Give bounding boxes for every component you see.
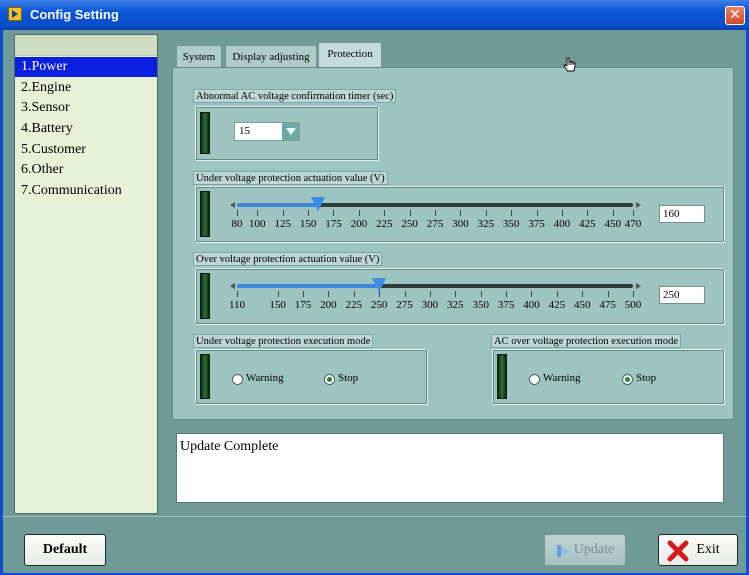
sidebar-header — [15, 35, 157, 56]
over-voltage-led — [200, 273, 210, 319]
over-voltage-tick-mark — [455, 291, 457, 297]
under-voltage-tick-mark — [460, 210, 462, 216]
under-voltage-tick-mark — [511, 210, 513, 216]
sidebar-item-power[interactable]: 1.Power — [15, 57, 157, 77]
under-voltage-slider-thumb[interactable] — [311, 197, 326, 211]
sidebar-item-sensor[interactable]: 3.Sensor — [15, 98, 157, 118]
tab-protection[interactable]: Protection — [318, 42, 382, 68]
over-voltage-slider-thumb[interactable] — [372, 278, 387, 292]
under-mode-warning-label: Warning — [246, 372, 284, 384]
under-mode-label: Under voltage protection execution mode — [193, 334, 374, 348]
under-voltage-label: Under voltage protection actuation value… — [193, 171, 388, 185]
sidebar-item-battery[interactable]: 4.Battery — [15, 119, 157, 139]
sidebar-item-communication[interactable]: 7.Communication — [15, 181, 157, 201]
over-voltage-slider-fill — [237, 284, 380, 288]
under-voltage-tick-mark — [612, 210, 614, 216]
under-voltage-tick-mark — [485, 210, 487, 216]
under-voltage-tick-label: 470 — [624, 218, 642, 230]
update-label: Update — [573, 542, 615, 557]
ac-timer-value: 15 — [239, 125, 250, 137]
bottom-bar — [3, 516, 746, 573]
over-voltage-tick-mark — [429, 291, 431, 297]
under-voltage-tick-mark — [536, 210, 538, 216]
over-voltage-tick-mark — [277, 291, 279, 297]
slider-right-arrow-icon — [636, 202, 641, 208]
under-voltage-tick-mark — [633, 210, 634, 216]
over-voltage-slider[interactable] — [237, 284, 633, 288]
over-voltage-tick-mark — [237, 291, 238, 297]
status-box: Update Complete — [176, 433, 724, 503]
under-voltage-tick-mark — [333, 210, 335, 216]
over-voltage-value-field[interactable]: 250 — [659, 286, 705, 304]
under-mode-group — [195, 349, 427, 404]
under-voltage-slider-fill — [237, 203, 319, 207]
sidebar-item-engine[interactable]: 2.Engine — [15, 78, 157, 98]
under-mode-warning-radio[interactable] — [232, 374, 243, 385]
ac-timer-label: Abnormal AC voltage confirmation timer (… — [193, 89, 397, 103]
over-voltage-tick-mark — [531, 291, 533, 297]
under-mode-stop-label: Stop — [338, 372, 359, 384]
over-voltage-tick-mark — [404, 291, 406, 297]
under-voltage-slider[interactable] — [237, 203, 633, 207]
under-voltage-tick-mark — [282, 210, 284, 216]
over-voltage-tick-mark — [480, 291, 482, 297]
ac-timer-select[interactable]: 15 — [234, 122, 300, 141]
under-voltage-led — [200, 191, 210, 237]
over-mode-warning-label: Warning — [543, 372, 581, 384]
app-icon — [8, 7, 22, 21]
update-button[interactable]: Update — [544, 534, 626, 566]
tab-system[interactable]: System — [176, 45, 222, 67]
under-mode-stop-radio[interactable] — [324, 374, 335, 385]
over-voltage-tick-mark — [303, 291, 304, 297]
title-bar: Config Setting ✕ — [0, 0, 749, 30]
exit-label: Exit — [696, 542, 720, 557]
sidebar-item-other[interactable]: 6.Other — [15, 160, 157, 180]
over-voltage-tick-mark — [379, 291, 381, 297]
under-voltage-tick-mark — [561, 210, 563, 216]
hand-cursor-icon — [563, 57, 576, 72]
under-mode-led — [200, 354, 210, 399]
over-mode-led — [497, 354, 507, 399]
under-voltage-tick-mark — [587, 210, 589, 216]
under-voltage-tick-mark — [384, 210, 386, 216]
tab-display-adjusting[interactable]: Display adjusting — [225, 45, 317, 67]
under-voltage-tick-mark — [257, 210, 259, 216]
under-voltage-value-field[interactable]: 160 — [659, 205, 705, 223]
slider-left-arrow-icon — [230, 283, 235, 289]
ac-timer-led — [200, 112, 210, 154]
over-voltage-tick-mark — [353, 291, 355, 297]
over-voltage-tick-mark — [556, 291, 558, 297]
over-voltage-tick-label: 110 — [228, 299, 246, 311]
exit-button[interactable]: Exit — [658, 534, 738, 566]
under-voltage-tick-mark — [409, 210, 411, 216]
over-voltage-tick-label: 500 — [624, 299, 642, 311]
chevron-down-icon[interactable] — [282, 123, 299, 140]
over-voltage-tick-mark — [607, 291, 609, 297]
sidebar: 1.Power 2.Engine 3.Sensor 4.Battery 5.Cu… — [14, 34, 158, 514]
sidebar-item-customer[interactable]: 5.Customer — [15, 140, 157, 160]
over-voltage-tick-mark — [506, 291, 508, 297]
over-voltage-label: Over voltage protection actuation value … — [193, 252, 383, 266]
over-voltage-tick-mark — [582, 291, 584, 297]
over-mode-label: AC over voltage protection execution mod… — [491, 334, 681, 348]
under-voltage-tick-mark — [237, 210, 238, 216]
over-voltage-tick-mark — [633, 291, 634, 297]
under-voltage-tick-mark — [435, 210, 436, 216]
over-voltage-tick-mark — [328, 291, 330, 297]
window-title: Config Setting — [30, 7, 119, 22]
under-voltage-tick-mark — [358, 210, 360, 216]
slider-right-arrow-icon — [636, 283, 641, 289]
exit-x-icon — [667, 540, 689, 562]
under-voltage-tick-mark — [308, 210, 310, 216]
over-voltage-group — [195, 268, 724, 324]
slider-left-arrow-icon — [230, 202, 235, 208]
over-mode-group — [492, 349, 724, 404]
close-button[interactable]: ✕ — [725, 6, 745, 25]
over-mode-stop-radio[interactable] — [622, 374, 633, 385]
default-button[interactable]: Default — [24, 534, 106, 566]
over-mode-stop-label: Stop — [636, 372, 657, 384]
update-icon — [557, 545, 569, 557]
over-mode-warning-radio[interactable] — [529, 374, 540, 385]
